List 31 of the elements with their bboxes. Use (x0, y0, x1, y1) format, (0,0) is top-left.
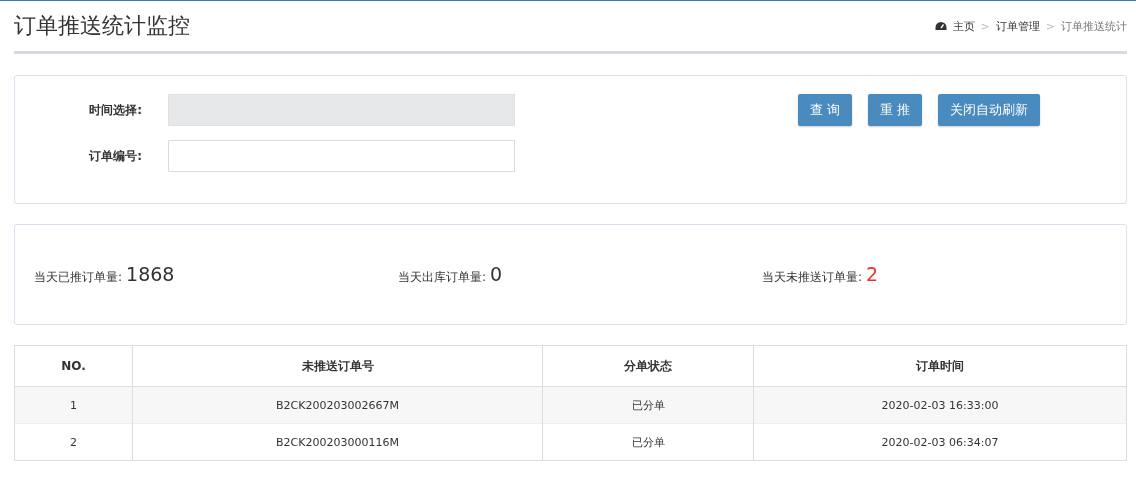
table-cell: B2CK200203000116M (132, 423, 543, 461)
action-button[interactable]: 查 询 (798, 94, 853, 126)
table-cell: 已分单 (542, 423, 754, 461)
stat-label: 当天已推订单量: (34, 269, 123, 286)
breadcrumb-separator: > (1045, 19, 1055, 33)
breadcrumb-current: 订单推送统计 (1061, 18, 1127, 34)
column-header: 分单状态 (542, 345, 754, 387)
action-button[interactable]: 重 推 (868, 94, 923, 126)
stat-value: 0 (490, 263, 503, 285)
action-button[interactable]: 关闭自动刷新 (938, 94, 1041, 126)
table-cell: 已分单 (542, 386, 754, 424)
stat-value: 2 (866, 263, 879, 285)
table-cell: 1 (14, 386, 133, 424)
column-header: 订单时间 (753, 345, 1127, 387)
stat-value: 1868 (126, 263, 175, 285)
field-label: 时间选择: (88, 101, 143, 119)
stat-label: 当天出库订单量: (398, 269, 487, 286)
breadcrumb-separator: > (980, 19, 990, 33)
page-title: 订单推送统计监控 (14, 12, 190, 40)
breadcrumb-link[interactable]: 订单管理 (995, 18, 1040, 34)
column-header: NO. (14, 345, 133, 387)
column-header: 未推送订单号 (132, 345, 543, 387)
stat-label: 当天未推送订单量: (762, 269, 863, 286)
breadcrumb-link[interactable]: 主页 (952, 18, 975, 34)
table-cell: 2 (14, 423, 133, 461)
table-cell: B2CK200203002667M (132, 386, 543, 424)
table-cell: 2020-02-03 16:33:00 (753, 386, 1127, 424)
input-field[interactable] (168, 140, 515, 172)
field-label: 订单编号: (87, 147, 143, 165)
table-cell: 2020-02-03 06:34:07 (753, 423, 1127, 461)
dashboard-icon (934, 21, 947, 31)
